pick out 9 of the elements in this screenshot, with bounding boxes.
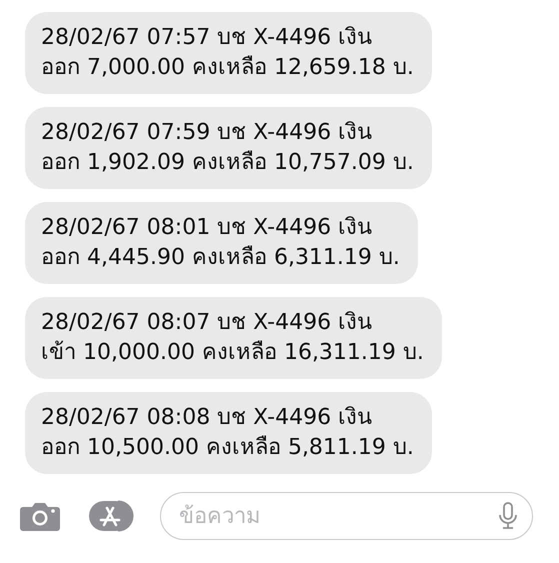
microphone-icon[interactable] <box>498 502 518 530</box>
message-input[interactable]: ข้อความ <box>177 502 498 530</box>
message-field[interactable]: ข้อความ <box>160 492 533 540</box>
message-bubble: 28/02/67 08:08 บช X-4496 เงิน ออก 10,500.00 คงเหลือ 5,811.19 บ. <box>25 392 432 474</box>
message-bubble: 28/02/67 08:07 บช X-4496 เงิน เข้า 10,000.00 คงเหลือ 16,311.19 บ. <box>25 297 442 379</box>
message-bubble: 28/02/67 08:01 บช X-4496 เงิน ออก 4,445.90 คงเหลือ 6,311.19 บ. <box>25 202 418 284</box>
camera-icon[interactable] <box>20 501 60 531</box>
message-bubble: 28/02/67 07:57 บช X-4496 เงิน ออก 7,000.00 คงเหลือ 12,659.18 บ. <box>25 12 432 94</box>
message-bubble: 28/02/67 07:59 บช X-4496 เงิน ออก 1,902.09 คงเหลือ 10,757.09 บ. <box>25 107 432 189</box>
